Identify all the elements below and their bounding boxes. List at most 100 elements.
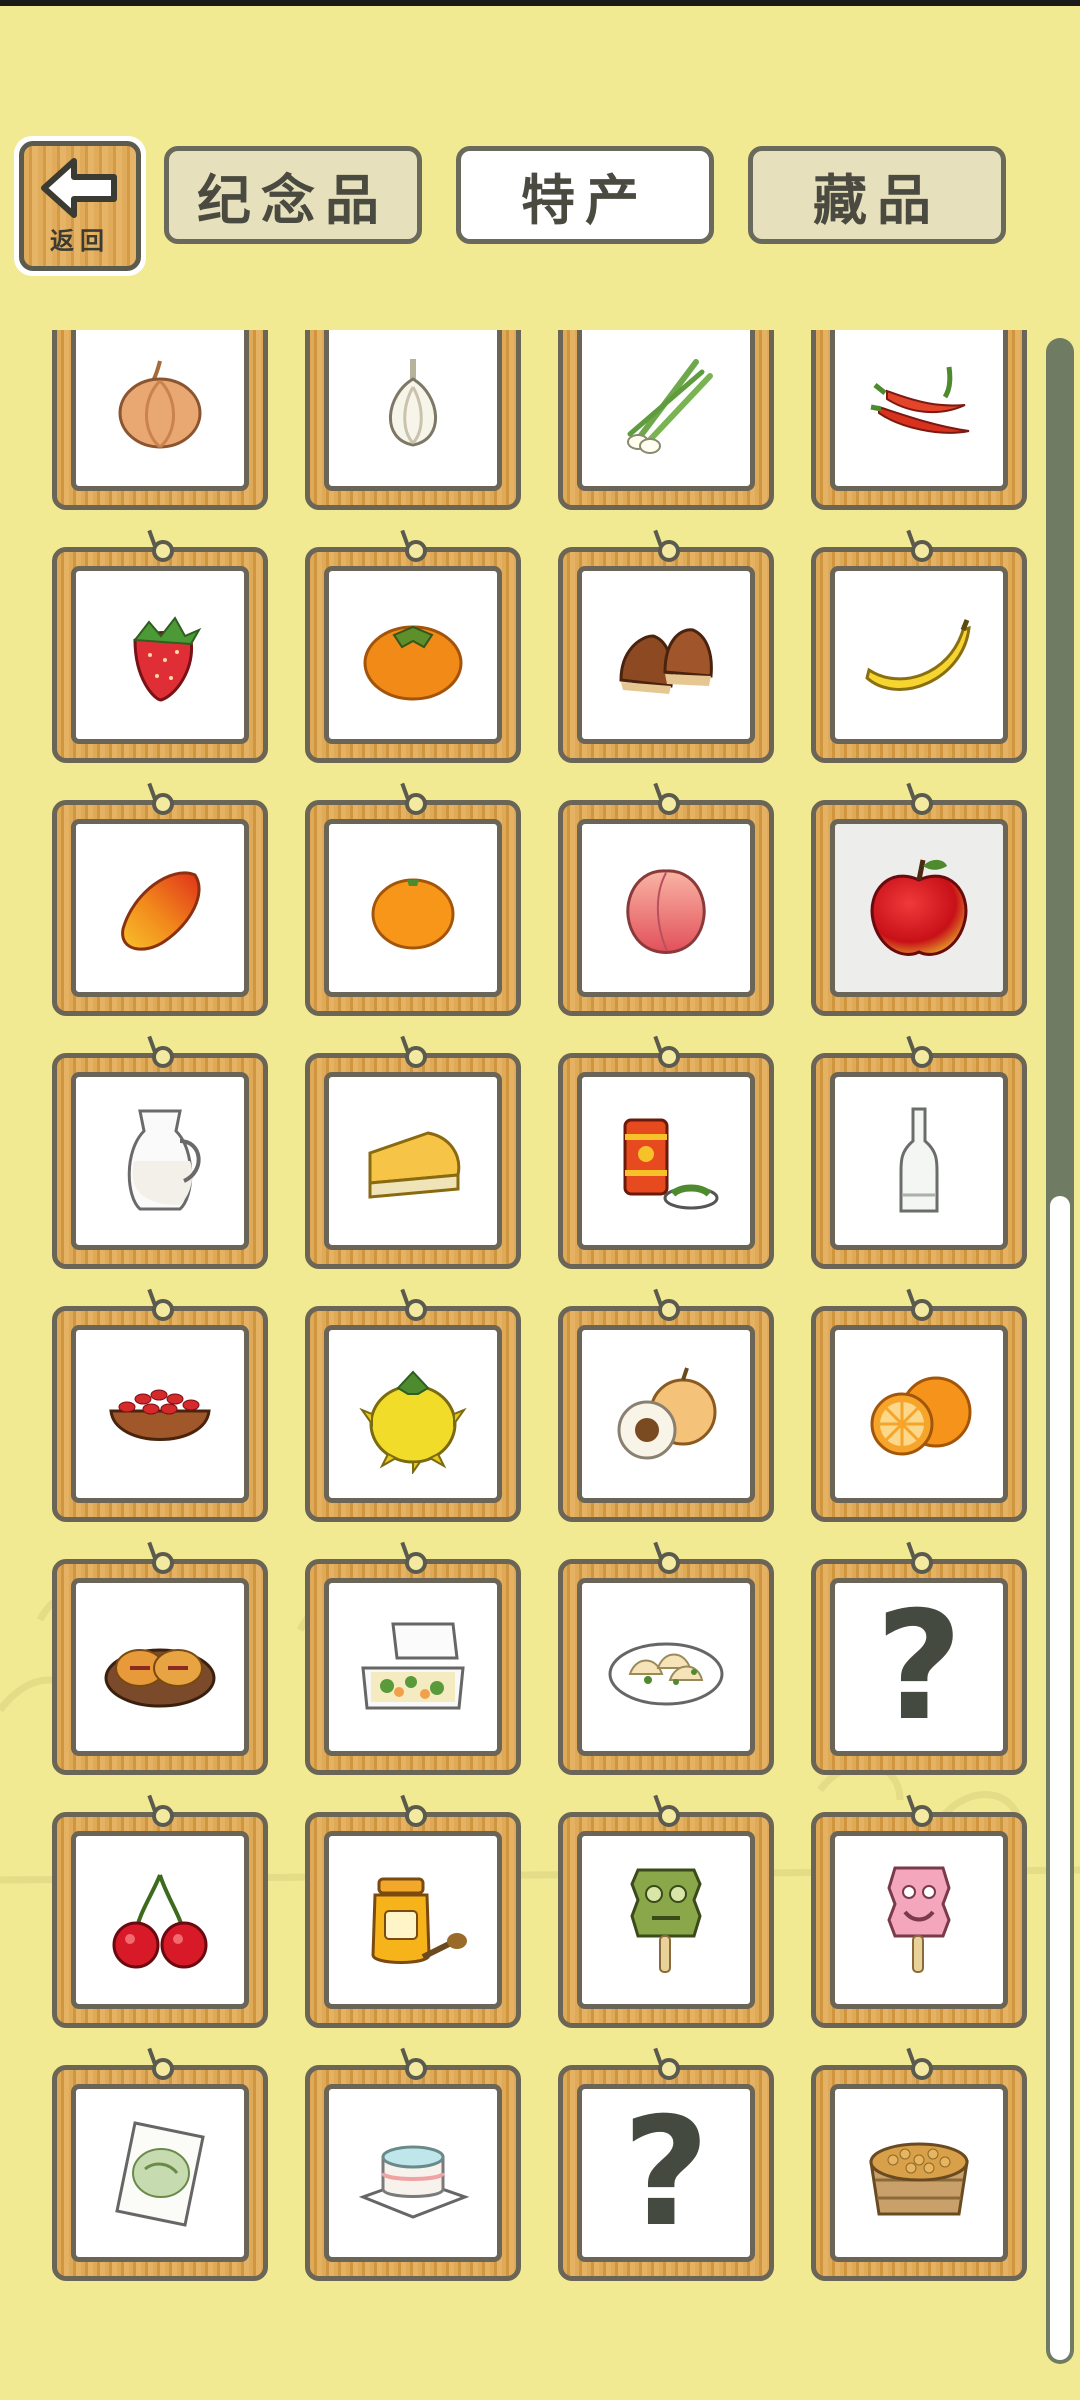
longan-icon (611, 1364, 721, 1464)
back-button[interactable]: 返回 (14, 136, 146, 276)
specialty-item-card[interactable] (305, 793, 521, 1016)
tea-can-icon (611, 1106, 721, 1216)
specialty-item-card[interactable] (305, 540, 521, 763)
card-image-frame (830, 330, 1008, 491)
mask-popsicle-icon (616, 1860, 716, 1980)
back-button-label: 返回 (50, 226, 110, 255)
specialty-item-card[interactable] (305, 1046, 521, 1269)
bean-tub-icon (859, 2118, 979, 2228)
card-image-frame (71, 1831, 249, 2009)
specialty-item-card[interactable] (52, 1046, 268, 1269)
mochi-cake-icon (353, 2123, 473, 2223)
card-image-frame (577, 330, 755, 491)
specialty-item-card[interactable] (558, 1046, 774, 1269)
card-image-frame (71, 1325, 249, 1503)
hanging-pin-icon (152, 1299, 174, 1321)
card-image-frame (577, 1831, 755, 2009)
hanging-pin-icon (911, 1299, 933, 1321)
chestnut-icon (611, 610, 721, 700)
specialty-item-card[interactable] (811, 1805, 1027, 2028)
back-arrow-icon (40, 157, 120, 219)
chili-pepper-icon (859, 347, 979, 457)
card-image-frame (324, 819, 502, 997)
card-image-frame (324, 566, 502, 744)
specialty-item-card[interactable] (305, 1299, 521, 1522)
hanging-pin-icon (658, 2058, 680, 2080)
tab-collectibles[interactable]: 藏品 (748, 146, 1006, 244)
specialty-item-card[interactable] (305, 2058, 521, 2281)
specialty-item-card[interactable] (52, 1805, 268, 2028)
tab-souvenirs[interactable]: 纪念品 (164, 146, 422, 244)
hanging-pin-icon (911, 1046, 933, 1068)
hanging-pin-icon (405, 1299, 427, 1321)
card-image-frame (577, 1072, 755, 1250)
specialty-item-card[interactable] (811, 793, 1027, 1016)
hanging-pin-icon (405, 540, 427, 562)
card-image-frame (830, 1072, 1008, 1250)
bento-box-icon (353, 1612, 473, 1722)
tab-specialties[interactable]: 特产 (456, 146, 714, 244)
specialty-item-card[interactable] (52, 793, 268, 1016)
hanging-pin-icon (405, 793, 427, 815)
card-image-frame (830, 1831, 1008, 2009)
specialty-item-card[interactable] (811, 2058, 1027, 2281)
status-bar (0, 0, 1080, 6)
goji-berry-bowl-icon (105, 1369, 215, 1459)
cheese-icon (358, 1111, 468, 1211)
card-image-frame (71, 819, 249, 997)
specialty-item-card[interactable] (305, 330, 521, 510)
specialty-item-card[interactable] (811, 1299, 1027, 1522)
hanging-pin-icon (152, 1046, 174, 1068)
card-image-frame (71, 2084, 249, 2262)
specialty-item-card[interactable] (811, 330, 1027, 510)
specialty-item-card[interactable] (52, 1299, 268, 1522)
specialty-item-card[interactable] (558, 1299, 774, 1522)
glass-bottle-icon (889, 1101, 949, 1221)
specialty-item-card[interactable] (558, 540, 774, 763)
hanging-pin-icon (658, 1552, 680, 1574)
hanging-pin-icon (405, 1046, 427, 1068)
card-image-frame: ? (577, 2084, 755, 2262)
specialty-item-card[interactable]: ? (558, 2058, 774, 2281)
card-image-frame (324, 1072, 502, 1250)
hanging-pin-icon (658, 1299, 680, 1321)
specialty-item-card[interactable] (52, 330, 268, 510)
specialty-item-card[interactable] (811, 540, 1027, 763)
specialty-item-card[interactable]: ? (811, 1552, 1027, 1775)
specialty-item-card[interactable] (811, 1046, 1027, 1269)
item-grid-scroll-area[interactable]: ?? (0, 330, 1040, 2370)
card-image-frame: ? (830, 1578, 1008, 1756)
specialty-item-card[interactable] (558, 793, 774, 1016)
hanging-pin-icon (405, 2058, 427, 2080)
onion-icon (105, 347, 215, 457)
card-image-frame (71, 1072, 249, 1250)
specialty-item-card[interactable] (52, 540, 268, 763)
specialty-item-card[interactable] (305, 1805, 521, 2028)
specialty-item-card[interactable] (558, 1805, 774, 2028)
persimmon-icon (358, 605, 468, 705)
orange-icon (864, 1364, 974, 1464)
hanging-pin-icon (911, 1805, 933, 1827)
hanging-pin-icon (152, 1552, 174, 1574)
specialty-item-card[interactable] (52, 2058, 268, 2281)
dumpling-plate-icon (606, 1622, 726, 1712)
card-image-frame (577, 819, 755, 997)
hanging-pin-icon (658, 540, 680, 562)
hanging-pin-icon (658, 1805, 680, 1827)
scrollbar-thumb[interactable] (1050, 1196, 1070, 2360)
specialty-item-card[interactable] (558, 1552, 774, 1775)
hanging-pin-icon (152, 540, 174, 562)
pink-popsicle-icon (869, 1860, 969, 1980)
specialty-item-card[interactable] (558, 330, 774, 510)
card-image-frame (830, 566, 1008, 744)
mandarin-orange-icon (363, 858, 463, 958)
hanging-pin-icon (658, 793, 680, 815)
specialty-item-card[interactable] (52, 1552, 268, 1775)
banana-icon (859, 610, 979, 700)
hanging-pin-icon (911, 2058, 933, 2080)
horned-melon-icon (358, 1354, 468, 1474)
specialty-item-card[interactable] (305, 1552, 521, 1775)
hanging-pin-icon (405, 1805, 427, 1827)
peach-icon (611, 853, 721, 963)
hanging-pin-icon (152, 2058, 174, 2080)
